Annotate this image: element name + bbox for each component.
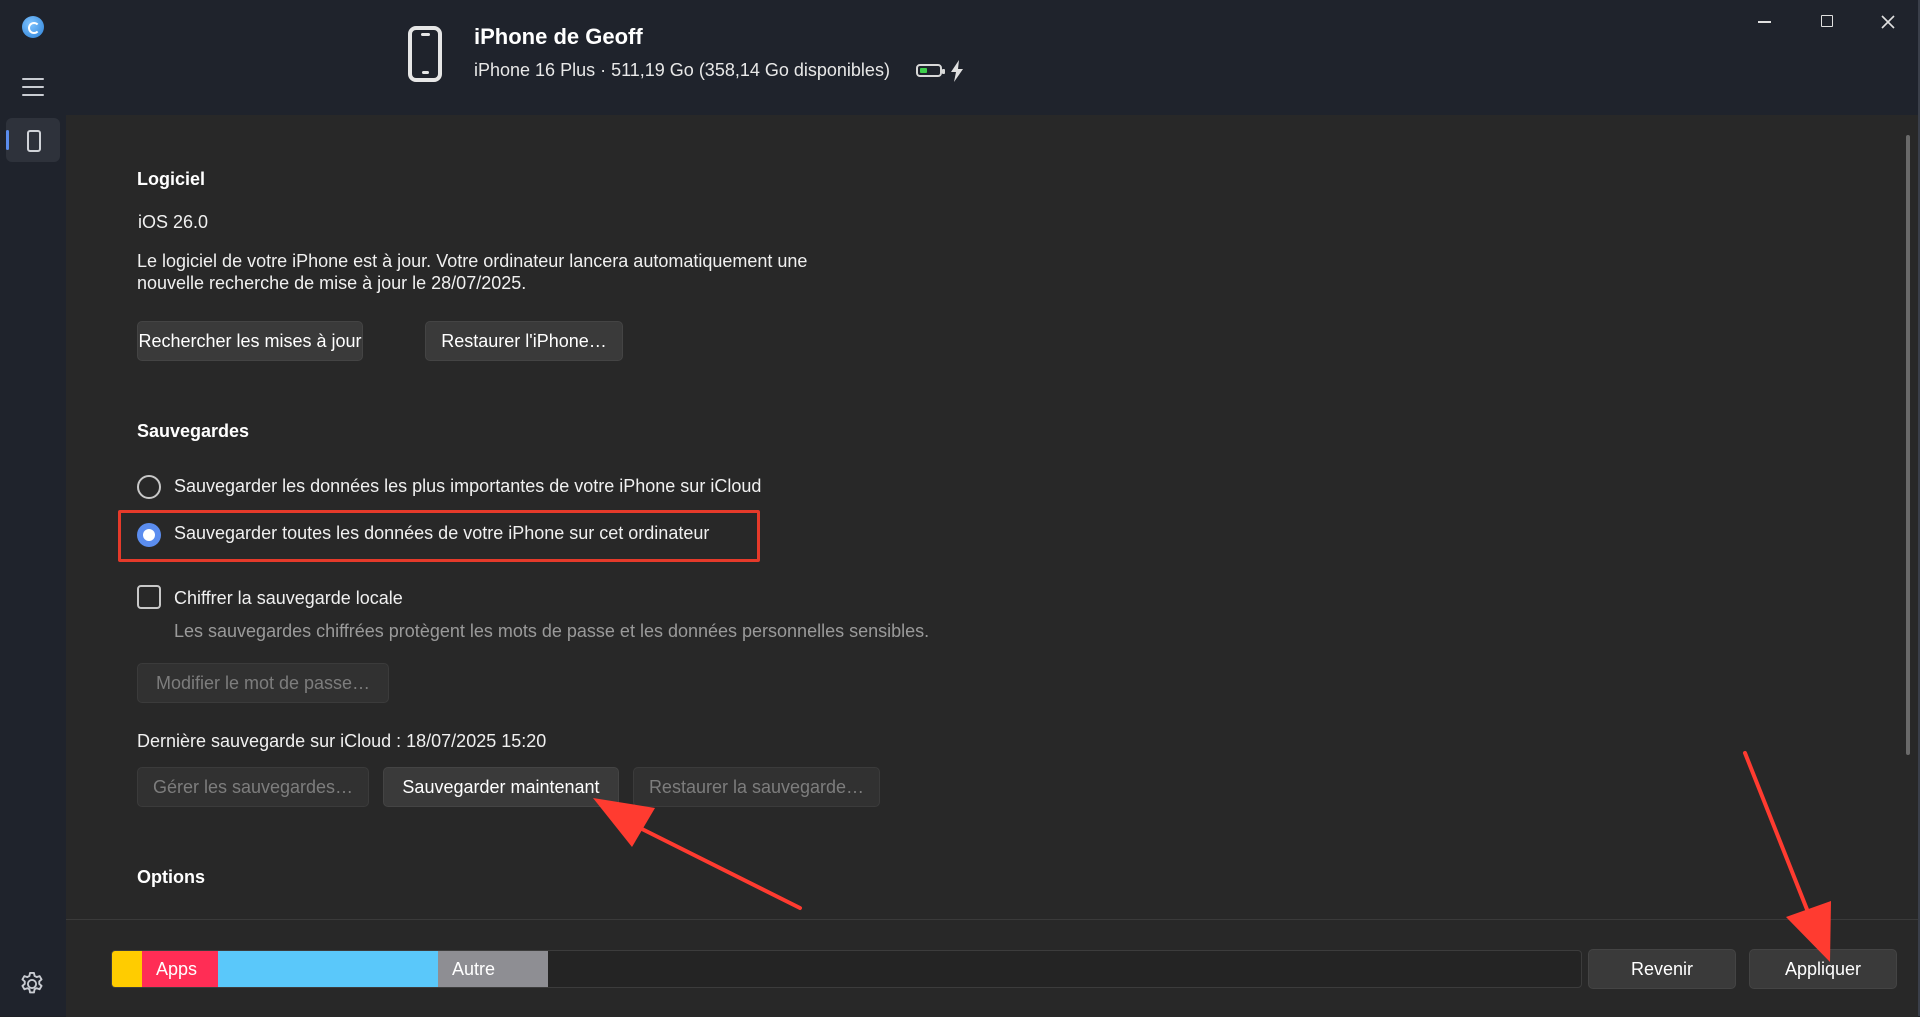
- last-backup-info: Dernière sauvegarde sur iCloud : 18/07/2…: [137, 731, 547, 751]
- maximize-button[interactable]: [1805, 8, 1849, 36]
- manage-backups-button[interactable]: Gérer les sauvegardes…: [137, 767, 369, 807]
- sidebar-item-device[interactable]: [6, 118, 60, 162]
- device-name: iPhone de Geoff: [474, 24, 643, 49]
- storage-segment-other: Autre: [438, 951, 548, 987]
- main-content: Logiciel iOS 26.0 Le logiciel de votre i…: [66, 115, 1918, 919]
- apply-button[interactable]: Appliquer: [1749, 949, 1897, 989]
- device-info: iPhone 16 Plus · 511,19 Go (358,14 Go di…: [474, 60, 890, 80]
- sidebar: [0, 0, 66, 1016]
- backup-icloud-label[interactable]: Sauvegarder les données les plus importa…: [174, 476, 761, 497]
- close-icon[interactable]: [1866, 8, 1910, 36]
- bottom-bar: Apps Autre Revenir Appliquer: [66, 919, 1918, 1017]
- storage-segment: [218, 951, 438, 987]
- restore-backup-button[interactable]: Restaurer la sauvegarde…: [633, 767, 880, 807]
- options-section-title: Options: [137, 867, 205, 887]
- storage-segment-apps: Apps: [142, 951, 218, 987]
- iphone-icon: [408, 26, 442, 82]
- software-status-line: nouvelle recherche de mise à jour le 28/…: [137, 273, 527, 293]
- battery-icon: [916, 64, 945, 77]
- encrypt-backup-checkbox[interactable]: [137, 585, 161, 609]
- lightning-icon: [951, 60, 963, 82]
- iphone-icon: [27, 130, 41, 152]
- title-bar: [0, 0, 1920, 115]
- minimize-button[interactable]: [1742, 8, 1786, 36]
- storage-bar: Apps Autre: [111, 950, 1582, 988]
- storage-segment: [112, 951, 142, 987]
- sync-icon: [22, 16, 44, 38]
- encrypt-hint: Les sauvegardes chiffrées protègent les …: [174, 621, 930, 641]
- backup-icloud-radio[interactable]: [137, 475, 161, 499]
- backup-computer-label[interactable]: Sauvegarder toutes les données de votre …: [174, 523, 709, 544]
- gear-icon[interactable]: [18, 970, 46, 998]
- hamburger-icon[interactable]: [22, 78, 44, 96]
- encrypt-backup-label[interactable]: Chiffrer la sauvegarde locale: [174, 588, 403, 609]
- backup-now-button[interactable]: Sauvegarder maintenant: [383, 767, 619, 807]
- check-updates-button[interactable]: Rechercher les mises à jour: [137, 321, 363, 361]
- battery-level: [920, 68, 927, 73]
- scrollbar[interactable]: [1906, 135, 1910, 755]
- backup-computer-radio[interactable]: [137, 523, 161, 547]
- change-password-button[interactable]: Modifier le mot de passe…: [137, 663, 389, 703]
- selection-indicator: [6, 130, 9, 150]
- restore-iphone-button[interactable]: Restaurer l'iPhone…: [425, 321, 623, 361]
- software-status-line: Le logiciel de votre iPhone est à jour. …: [137, 251, 808, 271]
- backups-section-title: Sauvegardes: [137, 421, 250, 441]
- software-status: Le logiciel de votre iPhone est à jour. …: [137, 250, 897, 294]
- ios-version: iOS 26.0: [138, 212, 209, 232]
- software-section-title: Logiciel: [137, 169, 206, 189]
- revert-button[interactable]: Revenir: [1588, 949, 1736, 989]
